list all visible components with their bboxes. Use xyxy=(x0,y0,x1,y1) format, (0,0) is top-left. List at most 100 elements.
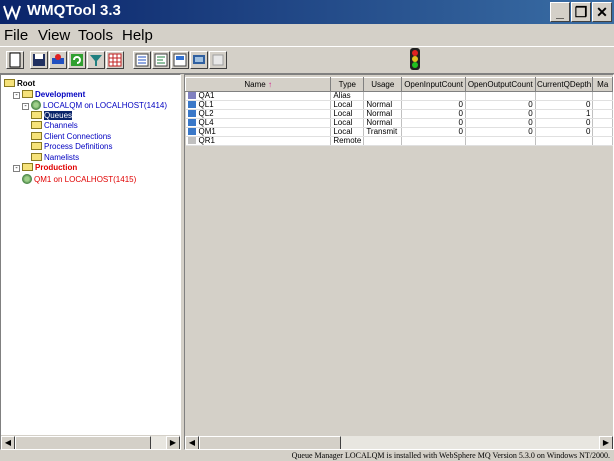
folder-icon xyxy=(31,142,42,150)
cell-text: QA1 xyxy=(198,91,215,100)
column-usage[interactable]: Usage xyxy=(363,77,403,92)
table-hscrollbar[interactable]: ◀ ▶ xyxy=(185,435,613,449)
table-cell: 0 xyxy=(401,118,466,128)
column-name[interactable]: Name ↑ xyxy=(185,77,332,92)
tree-node-localqm-on-localhost-1414-[interactable]: - LOCALQM on LOCALHOST(1414) xyxy=(22,100,167,110)
tree-node-development[interactable]: - Development xyxy=(13,89,85,100)
column-type[interactable]: Type xyxy=(330,77,365,92)
table-row[interactable]: QL1 Local Normal 0 0 0 xyxy=(185,100,613,110)
tree-node-label: Namelists xyxy=(44,152,80,162)
scroll-thumb[interactable] xyxy=(199,436,341,449)
list-button[interactable] xyxy=(133,51,151,69)
table-row[interactable]: QM1 Local Transmit 0 0 0 xyxy=(185,127,613,137)
table-cell: Normal xyxy=(363,109,403,119)
column-open-input-count[interactable]: OpenInputCount xyxy=(401,77,466,92)
table-row[interactable]: QL4 Local Normal 0 0 0 xyxy=(185,118,613,128)
table-row[interactable]: QL2 Local Normal 0 0 1 xyxy=(185,109,613,119)
table-cell: QL4 xyxy=(185,118,332,128)
tree-pane[interactable]: Root - Development - LOCALQM on LOCALHOST(14… xyxy=(0,74,181,450)
tree-node-label: Channels xyxy=(44,121,78,130)
table-cell: 0 xyxy=(535,127,594,137)
table-cell: QL1 xyxy=(185,100,332,110)
table-cell xyxy=(592,100,613,110)
table-cell: 0 xyxy=(465,109,536,119)
collapse-icon[interactable]: - xyxy=(22,103,29,110)
cell-text: Transmit xyxy=(366,127,398,136)
scroll-left-icon[interactable]: ◀ xyxy=(185,436,199,449)
list3-icon xyxy=(173,53,187,67)
table-cell xyxy=(592,127,613,137)
tree-node-channels[interactable]: Channels xyxy=(31,121,78,131)
column-max[interactable]: Ma xyxy=(592,77,613,92)
tree-node-production[interactable]: - Production xyxy=(13,163,77,173)
traffic-light-icon xyxy=(410,48,420,70)
table-cell xyxy=(363,136,403,146)
tree-hscrollbar[interactable]: ◀ ▶ xyxy=(1,435,180,449)
cell-text: 0 xyxy=(458,118,463,127)
collapse-icon[interactable]: - xyxy=(13,91,20,99)
menu-tools[interactable]: Tools xyxy=(78,27,113,44)
folder-icon xyxy=(31,110,42,119)
tree-node-process-definitions[interactable]: Process Definitions xyxy=(31,142,112,152)
cell-text: QL4 xyxy=(198,118,214,127)
close-button[interactable]: ✕ xyxy=(592,2,612,22)
folder-icon xyxy=(4,79,15,87)
queue-list-pane[interactable]: Name ↑ Type Usage OpenInputCount OpenOut… xyxy=(184,74,614,450)
refresh-button[interactable] xyxy=(68,51,86,69)
cell-text: Local xyxy=(333,100,353,109)
table-cell xyxy=(401,136,466,146)
grid-button[interactable] xyxy=(106,51,124,69)
cell-text: Local xyxy=(333,118,353,127)
connect-button[interactable] xyxy=(49,51,67,69)
table-cell: 0 xyxy=(401,100,466,110)
tree-node-client-connections[interactable]: Client Connections xyxy=(31,131,112,142)
tree-node-label: Production xyxy=(35,163,78,172)
cell-text: 0 xyxy=(528,109,533,118)
list2-button[interactable] xyxy=(152,51,170,69)
table-row[interactable]: QA1 Alias xyxy=(185,91,613,101)
tree-node-root[interactable]: Root xyxy=(4,79,35,89)
column-current-q-depth[interactable]: CurrentQDepth xyxy=(534,77,594,92)
filter-icon xyxy=(90,55,102,66)
table-cell: Normal xyxy=(363,118,403,128)
blank-button[interactable] xyxy=(209,51,227,69)
scroll-left-icon[interactable]: ◀ xyxy=(1,436,15,449)
table-cell: Transmit xyxy=(363,127,403,137)
table-cell xyxy=(592,136,613,146)
collapse-icon[interactable]: - xyxy=(13,165,20,172)
list3-button[interactable] xyxy=(171,51,189,69)
tree-node-qm1-on-localhost-1415-[interactable]: QM1 on LOCALHOST(1415) xyxy=(22,173,137,184)
scroll-right-icon[interactable]: ▶ xyxy=(599,436,613,449)
table-cell: 1 xyxy=(535,109,594,119)
new-button[interactable] xyxy=(6,51,24,69)
new-icon xyxy=(9,52,21,68)
menu-view[interactable]: View xyxy=(38,27,70,44)
folder-icon xyxy=(31,131,42,140)
table-cell: QR1 xyxy=(185,136,332,146)
table-cell: 0 xyxy=(465,100,536,110)
folder-icon xyxy=(31,152,42,161)
tree-node-queues[interactable]: Queues xyxy=(31,110,73,121)
maximize-button[interactable]: ❐ xyxy=(571,2,591,22)
table-cell: Local xyxy=(330,118,365,128)
scroll-right-icon[interactable]: ▶ xyxy=(166,436,180,449)
tree-node-label: QM1 on LOCALHOST(1415) xyxy=(34,174,137,184)
blank-icon xyxy=(212,54,224,66)
table-cell: 0 xyxy=(535,118,594,128)
scroll-thumb[interactable] xyxy=(15,436,151,449)
save-button[interactable] xyxy=(30,51,48,69)
filter-button[interactable] xyxy=(87,51,105,69)
table-row[interactable]: QR1 Remote xyxy=(185,136,613,146)
tree-node-namelists[interactable]: Namelists xyxy=(31,152,80,163)
column-open-output-count[interactable]: OpenOutputCount xyxy=(464,77,536,92)
minimize-button[interactable]: _ xyxy=(550,2,570,22)
connect-icon xyxy=(52,54,64,64)
status-bar: Queue Manager LOCALQM is installed with … xyxy=(291,451,610,460)
menu-file[interactable]: File xyxy=(4,27,28,44)
table-cell xyxy=(592,91,613,101)
menu-help[interactable]: Help xyxy=(122,27,153,44)
monitor-button[interactable] xyxy=(190,51,208,69)
refresh-icon xyxy=(71,54,83,66)
table-cell: QL2 xyxy=(185,109,332,119)
tree-node-label: Client Connections xyxy=(44,131,112,141)
